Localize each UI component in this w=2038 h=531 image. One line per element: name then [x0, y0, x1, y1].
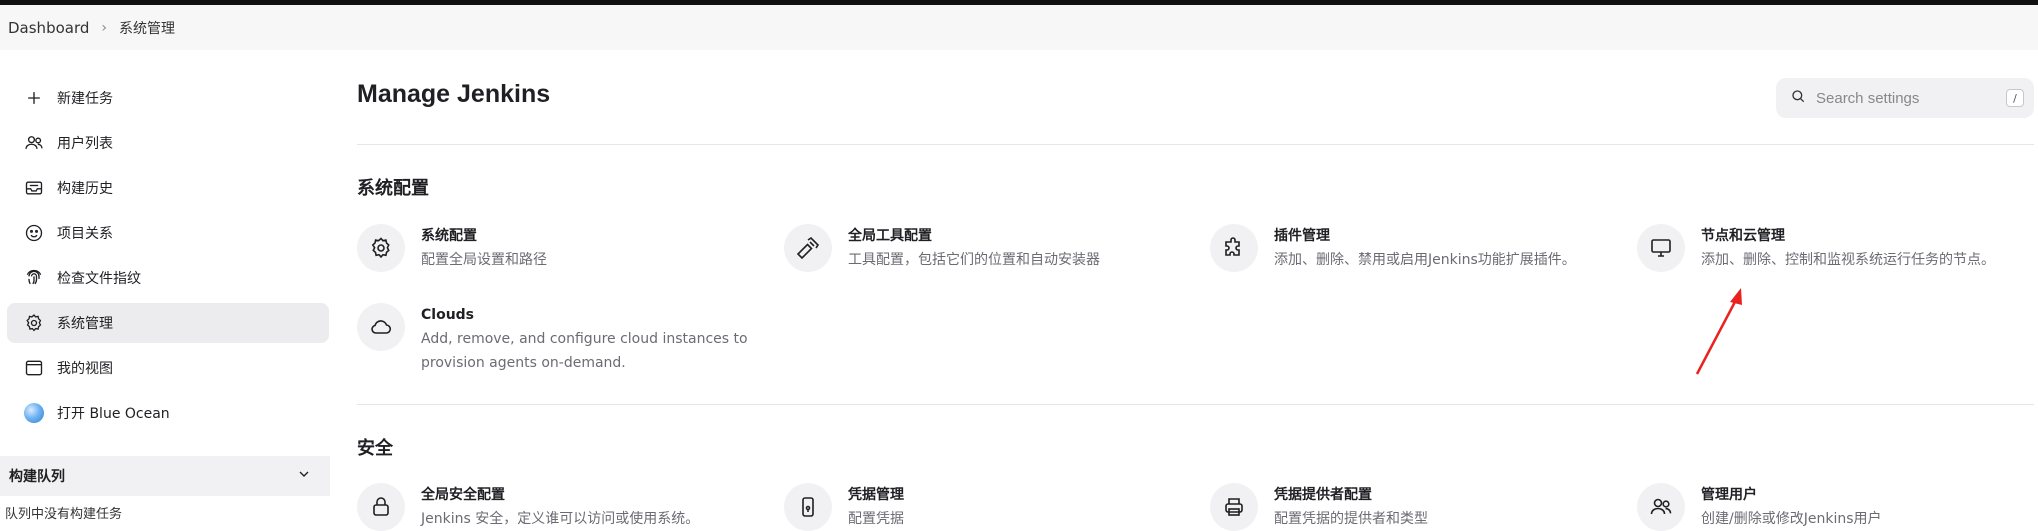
- sidebar-item-new-job[interactable]: 新建任务: [7, 78, 329, 118]
- build-queue-header[interactable]: 构建队列: [0, 456, 330, 496]
- sidebar: 新建任务 用户列表 构建历史 项目关系 检查文件指纹 系统管理 我的视图 打开 …: [0, 78, 330, 438]
- sidebar-item-users[interactable]: 用户列表: [7, 123, 329, 163]
- people-icon: [23, 132, 45, 154]
- window-icon: [23, 357, 45, 379]
- chevron-down-icon: [296, 466, 312, 486]
- card-title: Clouds: [421, 307, 475, 323]
- breadcrumb-chevron-icon: ›: [101, 19, 107, 36]
- plus-icon: [23, 87, 45, 109]
- sidebar-item-label: 用户列表: [57, 136, 113, 152]
- card-description: 工具配置，包括它们的位置和自动安装器: [848, 252, 1100, 268]
- card-title: 凭据管理: [848, 487, 904, 503]
- printer-icon: [1210, 483, 1258, 531]
- card-title: 管理用户: [1701, 487, 1757, 503]
- card-description: 配置全局设置和路径: [421, 252, 547, 268]
- breadcrumb-current[interactable]: 系统管理: [119, 18, 175, 38]
- card-plugin-manager[interactable]: 插件管理 添加、删除、禁用或启用Jenkins功能扩展插件。: [1210, 224, 1630, 272]
- sidebar-item-label: 项目关系: [57, 226, 113, 242]
- card-description: 创建/删除或修改Jenkins用户: [1701, 511, 1882, 527]
- monitor-icon: [1637, 224, 1685, 272]
- smiley-icon: [23, 222, 45, 244]
- sidebar-item-label: 构建历史: [57, 181, 113, 197]
- sidebar-item-label: 系统管理: [57, 316, 113, 332]
- fingerprint-icon: [23, 267, 45, 289]
- section-title-system-config: 系统配置: [357, 178, 429, 199]
- divider: [357, 144, 2034, 145]
- card-clouds[interactable]: Clouds Add, remove, and configure cloud …: [357, 303, 757, 375]
- sidebar-item-fingerprint[interactable]: 检查文件指纹: [7, 258, 329, 298]
- card-nodes-clouds[interactable]: 节点和云管理 添加、删除、控制和监视系统运行任务的节点。: [1637, 224, 2038, 272]
- gear-icon: [23, 312, 45, 334]
- sidebar-item-build-history[interactable]: 构建历史: [7, 168, 329, 208]
- card-title: 节点和云管理: [1701, 228, 1785, 244]
- card-title: 插件管理: [1274, 228, 1330, 244]
- sidebar-item-my-views[interactable]: 我的视图: [7, 348, 329, 388]
- lock-icon: [357, 483, 405, 531]
- search-icon: [1790, 88, 1816, 108]
- section-title-security: 安全: [357, 438, 393, 459]
- sidebar-item-label: 我的视图: [57, 361, 113, 377]
- people-icon: [1637, 483, 1685, 531]
- card-credentials[interactable]: 凭据管理 配置凭据: [784, 483, 1204, 531]
- card-title: 全局工具配置: [848, 228, 932, 244]
- card-description: 配置凭据的提供者和类型: [1274, 511, 1428, 527]
- card-system-config[interactable]: 系统配置 配置全局设置和路径: [357, 224, 777, 272]
- sidebar-item-label: 新建任务: [57, 91, 113, 107]
- sidebar-item-project-relations[interactable]: 项目关系: [7, 213, 329, 253]
- card-title: 全局安全配置: [421, 487, 505, 503]
- sidebar-item-label: 打开 Blue Ocean: [57, 406, 170, 422]
- gear-icon: [357, 224, 405, 272]
- blue-ocean-icon: [23, 402, 45, 424]
- build-queue-empty-text: 队列中没有构建任务: [5, 507, 123, 522]
- cloud-icon: [357, 303, 405, 351]
- search-input[interactable]: [1816, 89, 2006, 107]
- divider: [357, 404, 2034, 405]
- phone-icon: [784, 483, 832, 531]
- keyboard-shortcut-badge: /: [2006, 89, 2024, 107]
- card-description: Jenkins 安全，定义谁可以访问或使用系统。: [421, 511, 700, 527]
- card-title: 系统配置: [421, 228, 477, 244]
- card-credential-providers[interactable]: 凭据提供者配置 配置凭据的提供者和类型: [1210, 483, 1630, 531]
- card-manage-users[interactable]: 管理用户 创建/删除或修改Jenkins用户: [1637, 483, 2038, 531]
- sidebar-item-label: 检查文件指纹: [57, 271, 141, 287]
- card-global-tool-config[interactable]: 全局工具配置 工具配置，包括它们的位置和自动安装器: [784, 224, 1204, 272]
- breadcrumb-dashboard[interactable]: Dashboard: [8, 19, 89, 37]
- sidebar-item-blue-ocean[interactable]: 打开 Blue Ocean: [7, 393, 329, 433]
- puzzle-icon: [1210, 224, 1258, 272]
- hammer-icon: [784, 224, 832, 272]
- search-settings[interactable]: /: [1776, 78, 2034, 118]
- build-queue-title: 构建队列: [9, 469, 65, 485]
- card-description: 添加、删除、禁用或启用Jenkins功能扩展插件。: [1274, 252, 1576, 268]
- page-title: Manage Jenkins: [357, 80, 551, 108]
- card-title: 凭据提供者配置: [1274, 487, 1372, 503]
- card-description: 添加、删除、控制和监视系统运行任务的节点。: [1701, 252, 1995, 268]
- card-global-security[interactable]: 全局安全配置 Jenkins 安全，定义谁可以访问或使用系统。: [357, 483, 777, 531]
- card-description: Add, remove, and configure cloud instanc…: [421, 331, 748, 371]
- breadcrumb: Dashboard › 系统管理: [0, 5, 2038, 50]
- card-description: 配置凭据: [848, 511, 904, 527]
- sidebar-item-manage-jenkins[interactable]: 系统管理: [7, 303, 329, 343]
- inbox-icon: [23, 177, 45, 199]
